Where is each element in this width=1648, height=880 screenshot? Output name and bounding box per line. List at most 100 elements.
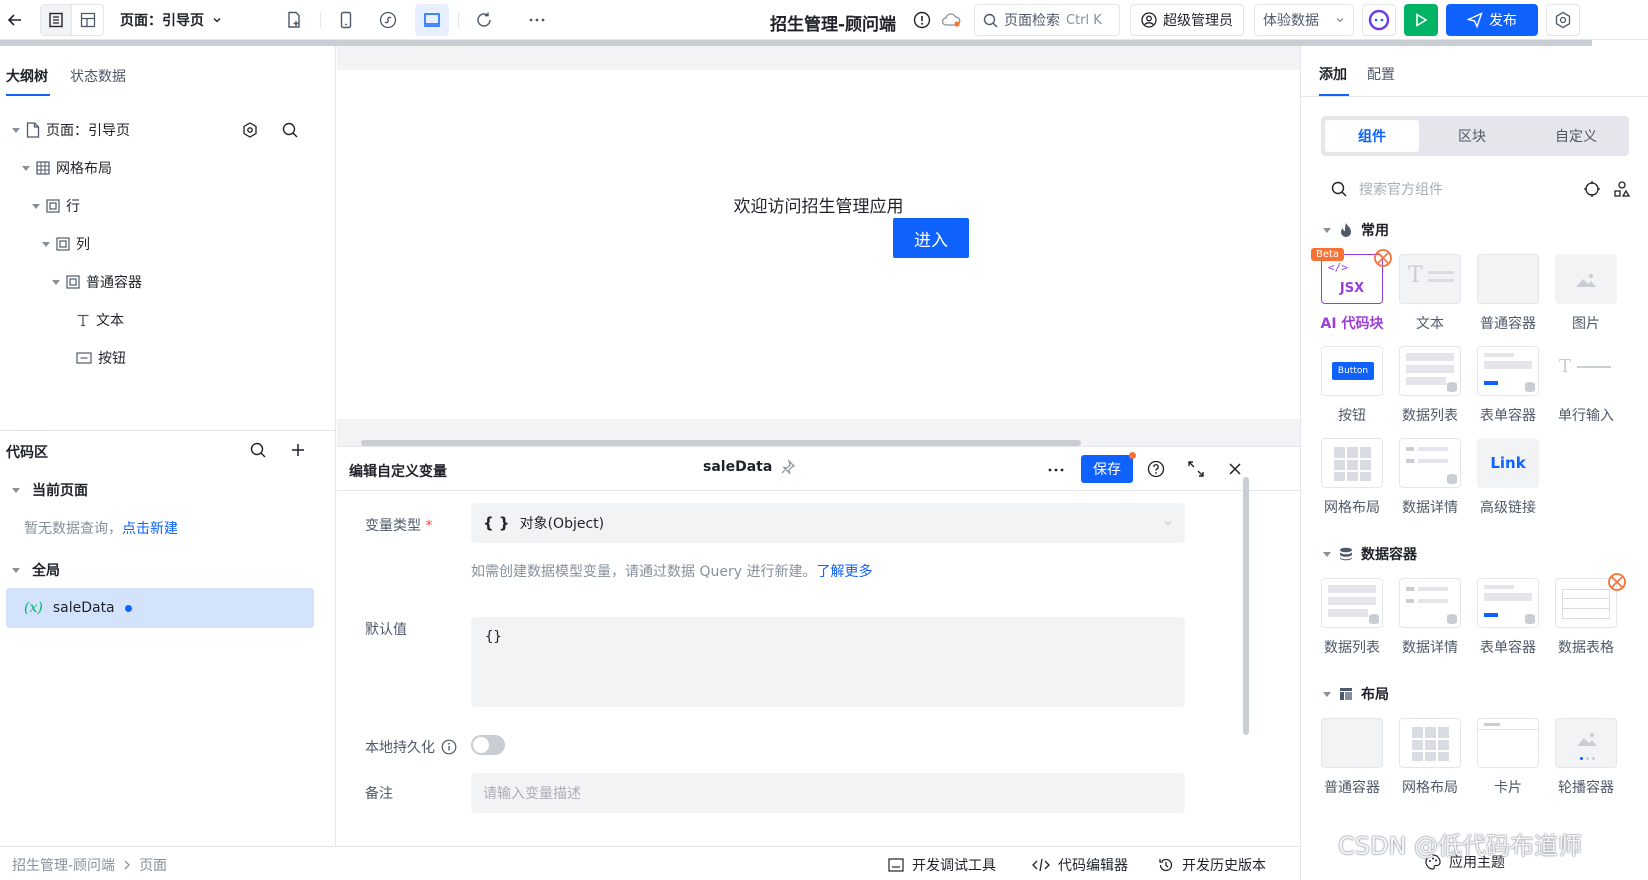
- save-button[interactable]: 保存: [1081, 452, 1136, 483]
- component-card[interactable]: 卡片: [1473, 718, 1543, 797]
- user-role-button[interactable]: 超级管理员: [1130, 4, 1244, 36]
- page-search-button[interactable]: 页面检索 Ctrl K: [974, 4, 1120, 36]
- category-data-container[interactable]: 数据容器: [1323, 544, 1417, 564]
- desktop-preview-button[interactable]: [415, 4, 449, 36]
- run-preview-button[interactable]: [1404, 4, 1438, 36]
- segment-components[interactable]: 组件: [1325, 120, 1419, 152]
- info-icon[interactable]: [441, 739, 457, 755]
- expand-button[interactable]: [1187, 460, 1205, 478]
- container-box-icon: [46, 199, 60, 213]
- tree-node-container[interactable]: 普通容器: [52, 262, 142, 302]
- component-image[interactable]: 图片: [1551, 254, 1621, 333]
- code-group-current-page[interactable]: 当前页面: [12, 470, 88, 510]
- tree-search-button[interactable]: [282, 122, 298, 138]
- group-label: 全局: [32, 563, 60, 579]
- persist-toggle[interactable]: [471, 735, 505, 755]
- component-label: 图片: [1572, 316, 1600, 332]
- component-data-detail[interactable]: 数据详情: [1395, 438, 1465, 517]
- page-preview[interactable]: 欢迎访问招生管理应用 进入: [337, 70, 1300, 419]
- data-source-select[interactable]: 体验数据: [1254, 4, 1354, 36]
- segment-custom[interactable]: 自定义: [1527, 120, 1625, 152]
- component-container[interactable]: 普通容器: [1317, 718, 1387, 797]
- tree-node-text[interactable]: 文本: [76, 300, 124, 340]
- pin-icon[interactable]: [780, 459, 796, 475]
- new-page-button[interactable]: [280, 4, 308, 36]
- mobile-preview-button[interactable]: [332, 4, 360, 36]
- tab-state-data[interactable]: 状态数据: [70, 66, 126, 86]
- dev-tools-button[interactable]: 开发调试工具: [888, 855, 996, 875]
- tree-node-page[interactable]: 页面：引导页: [12, 110, 312, 150]
- category-common[interactable]: 常用: [1323, 220, 1389, 240]
- miniprogram-preview-button[interactable]: [374, 4, 402, 36]
- segment-blocks[interactable]: 区块: [1425, 120, 1519, 152]
- image-icon: [1577, 733, 1597, 746]
- component-grid-layout[interactable]: 网格布局: [1395, 718, 1465, 797]
- variable-item-saledata[interactable]: (x) saleData: [6, 588, 314, 628]
- tab-outline-tree[interactable]: 大纲树: [6, 66, 48, 86]
- app-info-button[interactable]: [910, 4, 934, 36]
- editor-more-button[interactable]: [1047, 467, 1065, 473]
- history-button[interactable]: 开发历史版本: [1158, 855, 1266, 875]
- default-value-editor[interactable]: {}: [471, 617, 1185, 707]
- ai-assistant-button[interactable]: [1362, 4, 1396, 36]
- code-editor-button[interactable]: 代码编辑器: [1032, 855, 1128, 875]
- settings-button[interactable]: [1546, 4, 1580, 36]
- type-select[interactable]: { } 对象(Object): [471, 503, 1185, 543]
- back-button[interactable]: [2, 4, 28, 36]
- component-advanced-link[interactable]: Link 高级链接: [1473, 438, 1543, 517]
- component-grid-layout[interactable]: 网格布局: [1317, 438, 1387, 517]
- caret-down-icon: [12, 487, 20, 493]
- tree-node-col[interactable]: 列: [42, 224, 90, 264]
- page-view-toggle[interactable]: [41, 5, 72, 35]
- placeholder-line: [1484, 361, 1532, 369]
- component-carousel[interactable]: 轮播容器: [1551, 718, 1621, 797]
- breadcrumb-page[interactable]: 页面: [139, 855, 167, 875]
- more-button[interactable]: [524, 4, 550, 36]
- component-search[interactable]: 搜索官方组件: [1331, 172, 1631, 206]
- code-add-button[interactable]: [290, 442, 306, 458]
- enter-button[interactable]: 进入: [893, 218, 969, 258]
- component-label: 单行输入: [1558, 408, 1614, 424]
- tree-node-button[interactable]: 按钮: [76, 338, 126, 378]
- note-input[interactable]: 请输入变量描述: [471, 773, 1185, 813]
- help-button[interactable]: [1147, 460, 1165, 478]
- component-form-container[interactable]: 表单容器: [1473, 346, 1543, 425]
- code-group-global[interactable]: 全局: [12, 550, 60, 590]
- component-data-list[interactable]: 数据列表: [1395, 346, 1465, 425]
- component-data-list[interactable]: 数据列表: [1317, 578, 1387, 657]
- breadcrumb-app[interactable]: 招生管理-顾问端: [12, 855, 115, 875]
- empty-query-hint: 暂无数据查询， 点击新建: [24, 518, 178, 538]
- tab-add[interactable]: 添加: [1319, 64, 1347, 84]
- tree-node-grid[interactable]: 网格布局: [22, 148, 112, 188]
- component-form-container[interactable]: 表单容器: [1473, 578, 1543, 657]
- publish-button[interactable]: 发布: [1446, 4, 1538, 36]
- page-settings-button[interactable]: [242, 122, 258, 138]
- search-shortcut-hint: Ctrl K: [1066, 12, 1102, 28]
- component-container[interactable]: 普通容器: [1473, 254, 1543, 333]
- component-search-placeholder: 搜索官方组件: [1359, 182, 1443, 198]
- component-data-detail[interactable]: 数据详情: [1395, 578, 1465, 657]
- learn-more-link[interactable]: 了解更多: [816, 561, 872, 581]
- locate-icon[interactable]: [1583, 180, 1601, 198]
- close-button[interactable]: [1227, 461, 1243, 477]
- create-query-link[interactable]: 点击新建: [122, 518, 178, 538]
- chevron-right-icon: [124, 860, 130, 870]
- component-text[interactable]: T 文本: [1395, 254, 1465, 333]
- page-selector[interactable]: 页面：引导页: [120, 4, 240, 36]
- caret-down-icon: [52, 279, 60, 285]
- component-data-table[interactable]: 数据表格: [1551, 573, 1626, 657]
- caret-down-icon: [12, 567, 20, 573]
- refresh-button[interactable]: [470, 4, 498, 36]
- tree-node-row[interactable]: 行: [32, 186, 80, 226]
- category-layout[interactable]: 布局: [1323, 684, 1389, 704]
- tab-config[interactable]: 配置: [1367, 64, 1395, 84]
- cloud-sync-status[interactable]: [938, 4, 964, 36]
- layout-view-toggle[interactable]: [72, 5, 103, 35]
- component-single-input[interactable]: T 单行输入: [1551, 346, 1621, 425]
- component-ai-code-block[interactable]: </> JSX Beta AI 代码块: [1311, 248, 1392, 333]
- tree-node-label: 文本: [96, 313, 124, 329]
- component-shapes-icon[interactable]: [1613, 180, 1631, 198]
- editor-vertical-scrollbar[interactable]: [1243, 477, 1249, 735]
- code-search-button[interactable]: [250, 442, 266, 458]
- component-button[interactable]: Button 按钮: [1317, 346, 1387, 425]
